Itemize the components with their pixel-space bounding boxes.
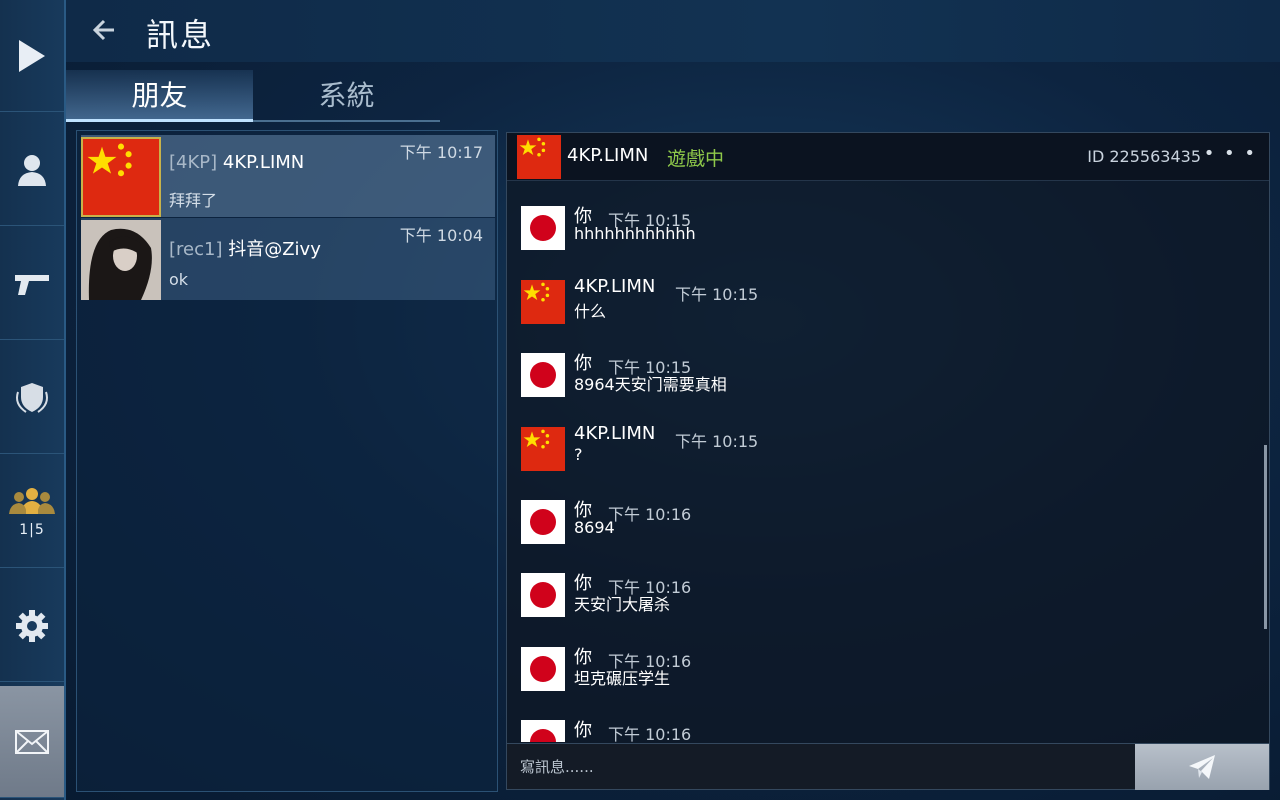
friends-icon bbox=[9, 487, 55, 514]
japan-flag-icon bbox=[521, 647, 565, 691]
china-flag-icon bbox=[83, 139, 159, 215]
sidebar-item-weapons[interactable] bbox=[0, 228, 64, 340]
chat-message: 你 下午 10:15 8964天安门需要真相 bbox=[521, 353, 1221, 399]
friend-time: 下午 10:17 bbox=[399, 143, 483, 162]
message-time: 下午 10:15 bbox=[675, 285, 759, 304]
contact-id: ID 225563435 bbox=[1087, 147, 1201, 166]
tab-system[interactable]: 系統 bbox=[253, 70, 440, 122]
japan-flag-icon bbox=[521, 720, 565, 742]
photo-avatar-icon bbox=[81, 220, 161, 300]
message-sender: 你 bbox=[574, 720, 592, 741]
friend-last-message: 拜拜了 bbox=[169, 191, 218, 210]
china-flag-icon bbox=[521, 280, 565, 324]
china-flag-icon bbox=[517, 135, 561, 179]
friend-row[interactable]: [4KP] 4KP.LIMN 下午 10:17 拜拜了 bbox=[81, 135, 495, 217]
sidebar-item-messages[interactable] bbox=[0, 686, 64, 798]
message-text: 天安门大屠杀 bbox=[574, 595, 671, 614]
chat-contact-name[interactable]: 4KP.LIMN bbox=[567, 145, 648, 166]
sidebar-item-play[interactable] bbox=[0, 0, 64, 112]
message-composer bbox=[507, 743, 1269, 790]
back-arrow-icon[interactable] bbox=[90, 14, 118, 46]
message-text: 坦克碾压学生 bbox=[574, 669, 671, 688]
message-scrollbar[interactable] bbox=[1264, 445, 1267, 629]
page-title: 訊息 bbox=[146, 16, 215, 54]
paper-plane-icon bbox=[1189, 755, 1215, 779]
friend-last-message: ok bbox=[169, 270, 189, 289]
sidebar: 1|5 bbox=[0, 0, 66, 800]
japan-flag-icon bbox=[521, 573, 565, 617]
chat-message: 你 下午 10:16 bbox=[521, 720, 1221, 742]
chat-header: 4KP.LIMN 遊戲中 ID 225563435 • • • bbox=[507, 133, 1269, 181]
profile-icon bbox=[18, 154, 46, 186]
top-bar: 訊息 bbox=[66, 0, 1280, 62]
china-flag-icon bbox=[521, 427, 565, 471]
gear-icon bbox=[16, 609, 48, 642]
contact-status: 遊戲中 bbox=[667, 148, 725, 170]
message-time: 下午 10:15 bbox=[675, 432, 759, 451]
sidebar-item-profile[interactable] bbox=[0, 114, 64, 226]
friend-avatar bbox=[81, 137, 161, 217]
friends-count-badge: 1|5 bbox=[19, 521, 45, 538]
japan-flag-icon bbox=[521, 206, 565, 250]
pistol-icon bbox=[15, 274, 49, 295]
friends-list: [4KP] 4KP.LIMN 下午 10:17 拜拜了 [rec1] 抖音@Zi… bbox=[76, 130, 498, 792]
message-time: 下午 10:16 bbox=[608, 725, 692, 742]
friend-row[interactable]: [rec1] 抖音@Zivy 下午 10:04 ok bbox=[81, 218, 495, 300]
friend-name: [4KP] 4KP.LIMN bbox=[169, 152, 305, 173]
sidebar-item-friends[interactable]: 1|5 bbox=[0, 456, 64, 568]
chat-message: 你 下午 10:15 hhhhhhhhhhhh bbox=[521, 206, 1221, 252]
tabs: 朋友 系統 bbox=[66, 70, 440, 122]
chat-panel: 4KP.LIMN 遊戲中 ID 225563435 • • • 你 下午 10:… bbox=[506, 132, 1270, 790]
message-text: 什么 bbox=[574, 302, 607, 321]
tab-friends[interactable]: 朋友 bbox=[66, 70, 253, 122]
more-options-button[interactable]: • • • bbox=[1204, 143, 1257, 164]
friend-time: 下午 10:04 bbox=[399, 226, 483, 245]
send-button[interactable] bbox=[1135, 744, 1269, 790]
chat-message: 4KP.LIMN 下午 10:15 什么 bbox=[521, 276, 1221, 326]
chat-message: 你 下午 10:16 天安门大屠杀 bbox=[521, 573, 1221, 619]
clan-shield-icon bbox=[16, 382, 48, 413]
message-text: 8964天安门需要真相 bbox=[574, 375, 727, 394]
play-icon bbox=[19, 39, 45, 72]
message-text: ? bbox=[574, 445, 583, 464]
friend-name: [rec1] 抖音@Zivy bbox=[169, 239, 321, 260]
chat-message: 4KP.LIMN 下午 10:15 ? bbox=[521, 423, 1221, 473]
message-text: 8694 bbox=[574, 518, 615, 537]
message-time: 下午 10:16 bbox=[608, 505, 692, 524]
japan-flag-icon bbox=[521, 500, 565, 544]
chat-message: 你 下午 10:16 坦克碾压学生 bbox=[521, 647, 1221, 693]
sidebar-item-clan[interactable] bbox=[0, 342, 64, 454]
message-list[interactable]: 你 下午 10:15 hhhhhhhhhhhh 4KP.LIMN 下午 10:1… bbox=[507, 182, 1269, 742]
japan-flag-icon bbox=[521, 353, 565, 397]
chat-message: 你 下午 10:16 8694 bbox=[521, 500, 1221, 546]
message-text: hhhhhhhhhhhh bbox=[574, 224, 696, 243]
friend-avatar bbox=[81, 220, 161, 300]
message-input[interactable] bbox=[507, 744, 1135, 790]
message-sender: 4KP.LIMN bbox=[574, 276, 656, 297]
message-sender: 4KP.LIMN bbox=[574, 423, 656, 444]
sidebar-item-settings[interactable] bbox=[0, 570, 64, 682]
mail-icon bbox=[15, 729, 49, 754]
